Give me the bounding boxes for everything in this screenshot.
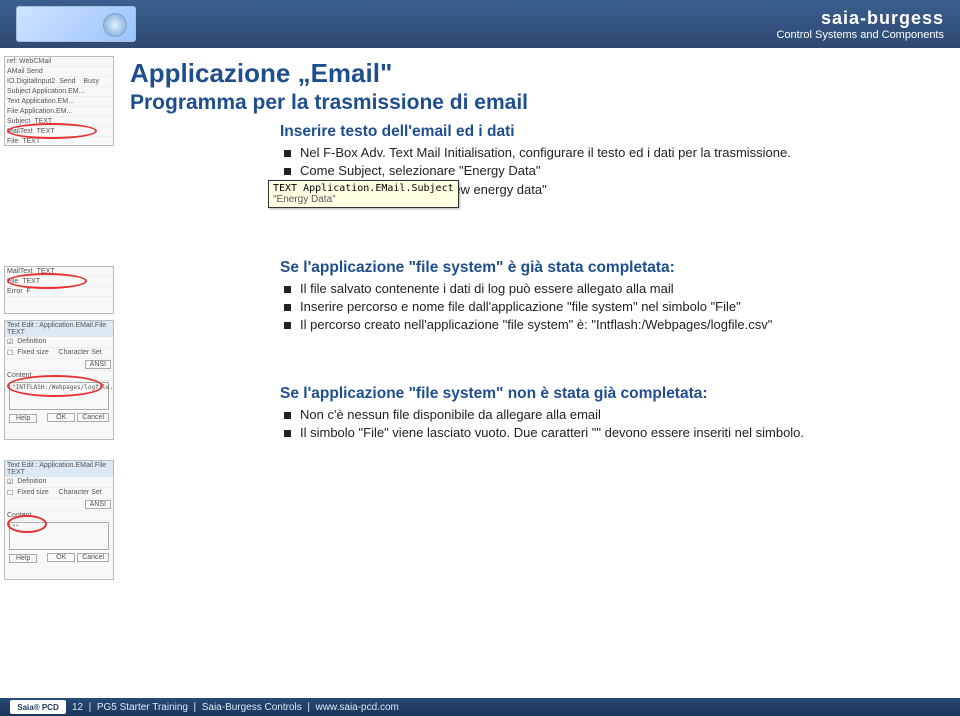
- tooltip-box: TEXT Application.EMail.Subject "Energy D…: [268, 180, 459, 208]
- list-item: Il file salvato contenente i dati di log…: [284, 280, 932, 298]
- page-subtitle: Programma per la trasmissione di email: [130, 91, 932, 115]
- list-item: Il percorso creato nell'applicazione "fi…: [284, 316, 932, 334]
- slide-body: Applicazione „Email" Programma per la tr…: [0, 52, 960, 698]
- tooltip-line1: TEXT Application.EMail.Subject: [273, 183, 454, 194]
- brand-name: saia-burgess: [776, 8, 944, 29]
- top-bar: saia-burgess Control Systems and Compone…: [0, 0, 960, 48]
- section1-heading: Inserire testo dell'email ed i dati: [280, 123, 932, 141]
- section3-list: Non c'è nessun file disponibile da alleg…: [280, 406, 932, 443]
- footer-text: 12 | PG5 Starter Training | Saia-Burgess…: [72, 702, 399, 713]
- tooltip-line2: "Energy Data": [273, 194, 454, 205]
- brand-tagline: Control Systems and Components: [776, 29, 944, 41]
- list-item: Inserire percorso e nome file dall'appli…: [284, 298, 932, 316]
- list-item: Il simbolo "File" viene lasciato vuoto. …: [284, 424, 932, 442]
- brand-block: saia-burgess Control Systems and Compone…: [776, 8, 944, 41]
- list-item: Nel F-Box Adv. Text Mail Initialisation,…: [284, 144, 932, 162]
- footer-logo: Saia® PCD: [10, 700, 66, 714]
- list-item: Non c'è nessun file disponibile da alleg…: [284, 406, 932, 424]
- footer-bar: Saia® PCD 12 | PG5 Starter Training | Sa…: [0, 698, 960, 716]
- header-thumbnail: [16, 6, 136, 42]
- section2-list: Il file salvato contenente i dati di log…: [280, 280, 932, 335]
- page-title: Applicazione „Email": [130, 58, 932, 89]
- list-item: Come Subject, selezionare "Energy Data": [284, 162, 932, 180]
- section3-heading: Se l'applicazione "file system" non è st…: [280, 385, 932, 403]
- section2-heading: Se l'applicazione "file system" è già st…: [280, 259, 932, 277]
